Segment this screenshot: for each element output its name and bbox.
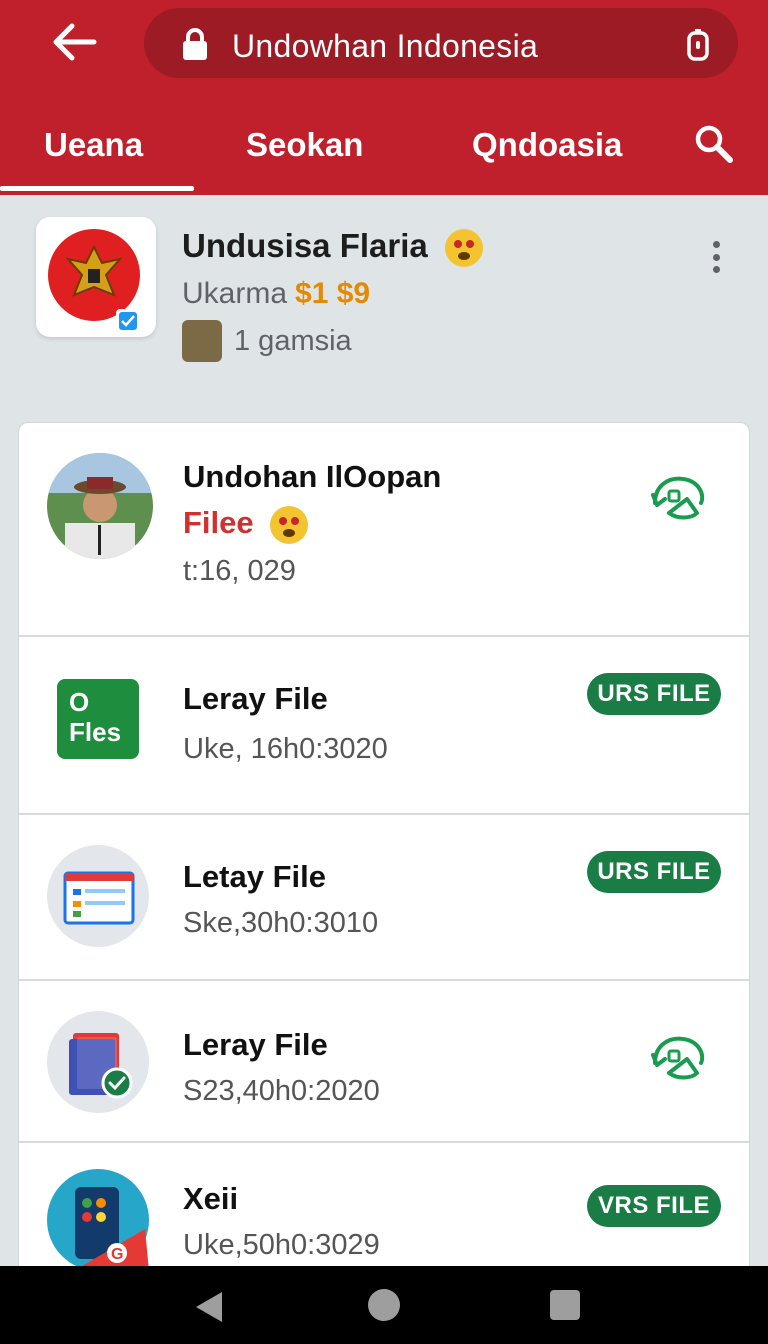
active-tab-indicator — [0, 186, 194, 191]
item-subtitle: S23,40h0:2020 — [183, 1075, 380, 1107]
svg-text:G: G — [111, 1246, 123, 1263]
profile-price: $1 $9 — [295, 277, 371, 310]
profile-meta: 1 gamsia — [182, 320, 352, 362]
app-bar: Undowhan Indonesia Ueana Seokan Qndoasia — [0, 0, 768, 195]
refresh-phone-icon[interactable] — [647, 1033, 717, 1083]
search-icon — [695, 125, 733, 163]
system-nav-bar — [0, 1266, 768, 1344]
status-badge[interactable]: URS FILE — [587, 673, 721, 715]
status-badge[interactable]: VRS FILE — [587, 1185, 721, 1227]
tab-bar: Ueana Seokan Qndoasia — [0, 100, 768, 195]
profile-logo[interactable] — [36, 217, 156, 337]
item-title: Undohan IlOopan — [183, 459, 442, 494]
more-options-icon[interactable] — [700, 235, 732, 279]
avatar-thumbnail — [182, 320, 222, 362]
item-title: Xeii — [183, 1181, 239, 1216]
profile-name: Undusisa Flaria — [182, 227, 483, 268]
garuda-emblem-icon — [48, 229, 140, 333]
item-subtitle: Ske,30h0:3010 — [183, 907, 379, 939]
tabs-icon[interactable] — [686, 28, 710, 62]
list-item[interactable]: O Fles Leray File Uke, 16h0:3020 URS FIL… — [19, 637, 749, 815]
document-app-icon — [47, 845, 149, 952]
nav-recents-icon[interactable] — [550, 1290, 580, 1320]
item-subtitle: Uke, 16h0:3020 — [183, 733, 388, 765]
verified-doc-app-icon — [47, 1011, 149, 1118]
item-title: Letay File — [183, 859, 326, 894]
shocked-emoji-icon — [444, 229, 483, 268]
files-app-icon: O Fles — [57, 679, 139, 759]
tab-qndoasia[interactable]: Qndoasia — [472, 126, 622, 164]
item-subtitle: Uke,50h0:3029 — [183, 1229, 380, 1261]
item-title: Leray File — [183, 681, 328, 716]
arrow-left-icon — [53, 23, 97, 61]
list-item[interactable]: Leray File S23,40h0:2020 — [19, 981, 749, 1143]
status-badge[interactable]: URS FILE — [587, 851, 721, 893]
page-title: Undowhan Indonesia — [232, 28, 539, 64]
list-item[interactable]: Letay File Ske,30h0:3010 URS FILE — [19, 815, 749, 981]
lock-icon — [183, 28, 207, 60]
refresh-phone-icon[interactable] — [647, 473, 717, 523]
list-item[interactable]: Undohan IlOopan Filee t:16, 029 — [19, 423, 749, 637]
nav-back-icon[interactable] — [194, 1290, 224, 1324]
tab-seokan[interactable]: Seokan — [246, 126, 363, 164]
nav-home-icon[interactable] — [368, 1289, 400, 1321]
avatar — [47, 453, 153, 564]
phone-app-icon: G — [47, 1169, 149, 1276]
address-bar[interactable]: Undowhan Indonesia — [144, 8, 738, 78]
profile-header: Undusisa Flaria Ukarma $1 $9 1 gamsia — [0, 195, 768, 420]
back-button[interactable] — [44, 16, 104, 68]
search-button[interactable] — [694, 124, 738, 168]
list-item[interactable]: G Xeii Uke,50h0:3029 VRS FILE — [19, 1143, 749, 1281]
shocked-emoji-icon — [270, 505, 309, 544]
item-highlight: Filee — [183, 505, 309, 544]
item-subtitle: t:16, 029 — [183, 555, 296, 587]
file-list: Undohan IlOopan Filee t:16, 029 O Fles L… — [18, 422, 750, 1282]
tab-ueana[interactable]: Ueana — [44, 126, 143, 164]
item-title: Leray File — [183, 1027, 328, 1062]
profile-subtitle: Ukarma $1 $9 — [182, 277, 371, 310]
